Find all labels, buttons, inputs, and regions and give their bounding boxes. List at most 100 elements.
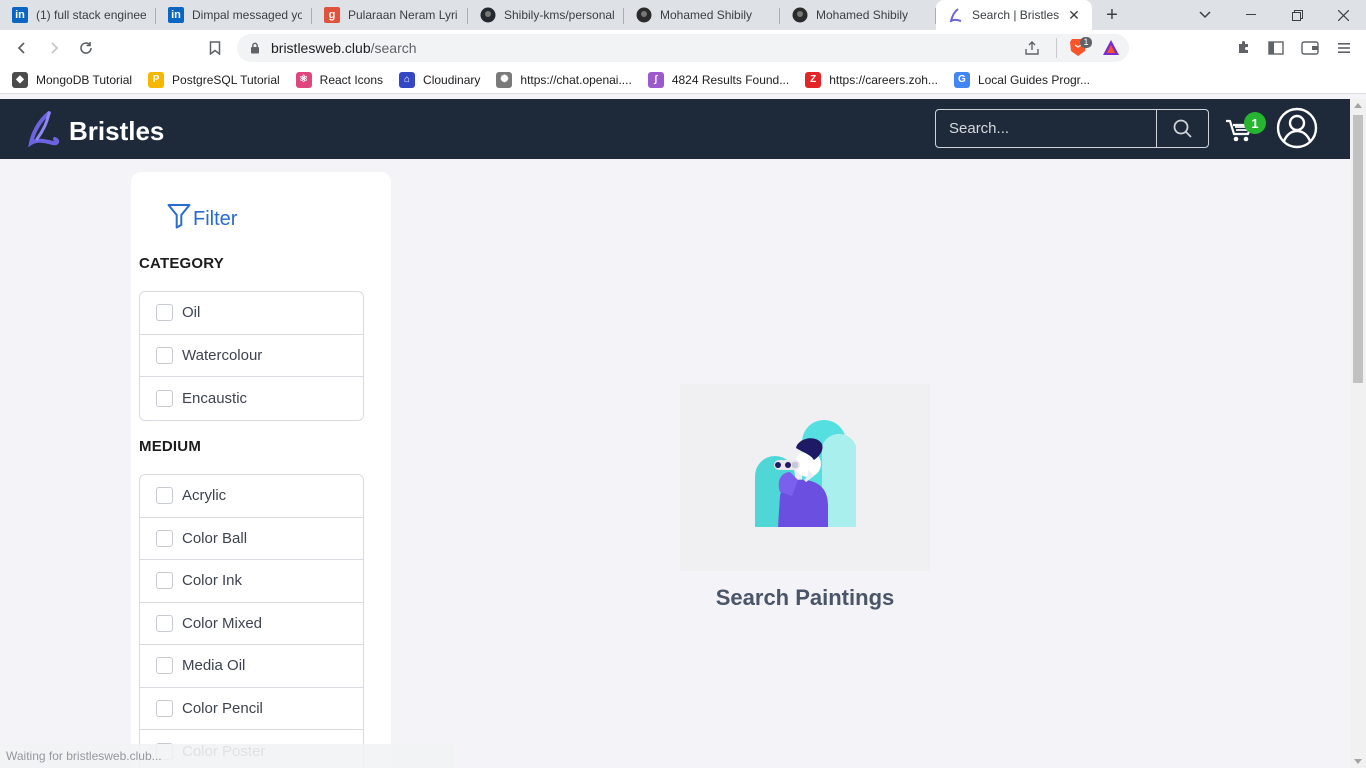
category-option[interactable]: Watercolour: [140, 335, 363, 377]
tab-title: Pularaan Neram Lyrics: [348, 8, 458, 22]
user-account-icon[interactable]: [1276, 107, 1318, 149]
medium-checkbox[interactable]: [156, 572, 173, 590]
medium-option[interactable]: Color Pencil: [140, 688, 363, 730]
forward-button[interactable]: [42, 36, 66, 60]
category-option[interactable]: Encaustic: [140, 377, 363, 420]
category-option[interactable]: Oil: [140, 292, 363, 335]
bookmark-icon[interactable]: [203, 36, 227, 60]
bookmark-item[interactable]: ◆ MongoDB Tutorial: [12, 71, 132, 88]
category-checkbox[interactable]: [156, 304, 173, 322]
loading-status-text: Waiting for bristlesweb.club...: [0, 744, 454, 768]
openai-icon: ✺: [496, 71, 513, 88]
browser-tab[interactable]: Mohamed Shibily: [780, 0, 936, 30]
tab-search-chevron-icon[interactable]: [1192, 0, 1218, 30]
browser-tab[interactable]: Search | Bristles ✕: [936, 0, 1092, 30]
address-bar[interactable]: bristlesweb.club/search 1: [237, 34, 1129, 62]
cart-count-badge: 1: [1244, 112, 1266, 134]
window-controls: [1228, 0, 1366, 30]
lock-icon: [250, 41, 260, 59]
linkedin-icon: in: [168, 7, 184, 23]
bookmark-label: PostgreSQL Tutorial: [172, 72, 280, 87]
extensions-icon[interactable]: [1232, 36, 1256, 60]
bookmark-item[interactable]: P PostgreSQL Tutorial: [148, 71, 280, 88]
browser-tab[interactable]: in Dimpal messaged you: [156, 0, 312, 30]
wallet-icon[interactable]: [1298, 36, 1322, 60]
url-text: bristlesweb.club/search: [271, 40, 417, 56]
tab-title: Mohamed Shibily: [816, 8, 909, 22]
cart-button[interactable]: 1: [1225, 112, 1266, 145]
medium-option-label: Media Oil: [182, 657, 246, 675]
medium-option[interactable]: Color Ink: [140, 560, 363, 603]
back-button[interactable]: [10, 36, 34, 60]
close-window-button[interactable]: [1320, 0, 1366, 30]
medium-checkbox[interactable]: [156, 487, 173, 505]
close-tab-icon[interactable]: ✕: [1066, 7, 1082, 24]
tab-title: Dimpal messaged you: [192, 8, 302, 22]
category-option-label: Oil: [182, 304, 201, 322]
browser-tab[interactable]: in (1) full stack engineer: [0, 0, 156, 30]
sidebar-toggle-icon[interactable]: [1264, 36, 1288, 60]
brand-logo[interactable]: Bristles: [27, 111, 164, 152]
minimize-button[interactable]: [1228, 0, 1274, 30]
reload-button[interactable]: [74, 36, 98, 60]
bookmark-item[interactable]: Zhttps://careers.zoh...: [805, 71, 938, 88]
omnibox-divider: [1056, 38, 1057, 58]
bookmark-item[interactable]: G Local Guides Progr...: [953, 71, 1090, 88]
scroll-up-arrow-icon[interactable]: [1354, 103, 1362, 108]
search-input[interactable]: [936, 110, 1157, 147]
scrollbar-thumb[interactable]: [1353, 115, 1363, 383]
restore-button[interactable]: [1274, 0, 1320, 30]
bookmarks-bar: ◆ MongoDB Tutorial P PostgreSQL Tutorial ⚛ Re…: [0, 66, 1366, 94]
medium-checkbox[interactable]: [156, 529, 173, 547]
zoho-icon: Z: [805, 71, 822, 88]
page-scrollbar[interactable]: [1350, 99, 1366, 768]
react-icon: ⚛: [295, 71, 312, 88]
site-search: [935, 109, 1209, 148]
tab-title: Search | Bristles: [972, 8, 1060, 22]
brand-name: Bristles: [69, 116, 165, 146]
medium-checkbox[interactable]: [156, 614, 173, 632]
share-icon[interactable]: [1024, 40, 1040, 61]
bookmark-label: React Icons: [319, 72, 384, 87]
medium-option[interactable]: Acrylic: [140, 475, 363, 518]
bookmark-item[interactable]: ✺ https://chat.openai....: [496, 71, 632, 88]
medium-option-label: Color Pencil: [182, 699, 263, 717]
medium-option-label: Acrylic: [182, 487, 227, 505]
avatar-icon: [636, 7, 652, 23]
filter-title: Filter: [167, 203, 237, 235]
bookmark-label: 4824 Results Found...: [671, 72, 790, 87]
medium-options: Acrylic Color Ball Color Ink Color Mixed Med…: [139, 474, 364, 768]
search-button[interactable]: [1157, 110, 1208, 147]
browser-tab[interactable]: g Pularaan Neram Lyrics: [312, 0, 468, 30]
brave-rewards-icon[interactable]: [1102, 39, 1120, 61]
browser-tab[interactable]: Shibily-kms/personal-: [468, 0, 624, 30]
scroll-down-arrow-icon[interactable]: [1354, 759, 1362, 764]
medium-option-label: Color Ball: [182, 529, 248, 547]
medium-checkbox[interactable]: [156, 699, 173, 717]
medium-option[interactable]: Color Mixed: [140, 603, 363, 645]
category-checkbox[interactable]: [156, 389, 173, 407]
menu-icon[interactable]: [1332, 36, 1356, 60]
category-heading: CATEGORY: [139, 255, 224, 272]
results-icon: ∫: [647, 71, 664, 88]
medium-heading: MEDIUM: [139, 438, 202, 455]
browser-tab[interactable]: Mohamed Shibily: [624, 0, 780, 30]
cloudinary-icon: ⌂: [399, 71, 416, 88]
site-header: Bristles 1: [0, 99, 1350, 159]
bookmark-item[interactable]: ⌂ Cloudinary: [399, 71, 481, 88]
bookmark-label: Cloudinary: [423, 72, 481, 87]
search-icon: [1173, 119, 1192, 138]
bookmark-label: https://chat.openai....: [520, 72, 632, 87]
medium-option[interactable]: Color Ball: [140, 518, 363, 560]
category-options: Oil Watercolour Encaustic: [139, 291, 364, 421]
category-option-label: Encaustic: [182, 389, 248, 407]
medium-option[interactable]: Media Oil: [140, 645, 363, 688]
mongodb-icon: ◆: [12, 71, 28, 88]
medium-checkbox[interactable]: [156, 657, 173, 675]
bookmark-item[interactable]: ∫ 4824 Results Found...: [647, 71, 790, 88]
linkedin-icon: in: [12, 7, 28, 23]
category-checkbox[interactable]: [156, 346, 173, 364]
new-tab-button[interactable]: +: [1092, 0, 1132, 30]
bookmark-item[interactable]: ⚛ React Icons: [295, 71, 384, 88]
bristles-logo-icon: [27, 111, 61, 152]
